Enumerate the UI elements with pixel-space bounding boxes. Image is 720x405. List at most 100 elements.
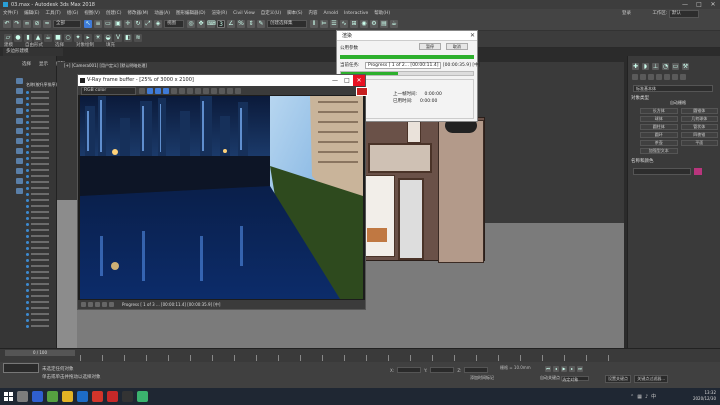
autokey-button[interactable]: 自动关键点	[540, 375, 560, 380]
dome-icon[interactable]: ◒	[104, 33, 112, 42]
visibility-icon[interactable]	[26, 204, 29, 208]
visibility-icon[interactable]	[26, 282, 29, 286]
visibility-icon[interactable]	[26, 126, 29, 130]
object-teapot-button[interactable]: 茶壶	[640, 140, 678, 146]
vfb-status-icon-5[interactable]	[109, 302, 114, 307]
vfb-side-tab[interactable]	[356, 87, 368, 96]
sun-icon[interactable]: ☀	[94, 33, 102, 42]
scene-object-row[interactable]	[26, 162, 54, 166]
scene-object-row[interactable]	[26, 144, 54, 148]
proxy-icon[interactable]: ◧	[124, 33, 132, 42]
display-tab-icon[interactable]: ▭	[672, 63, 679, 70]
vray-icon[interactable]: V	[114, 33, 122, 42]
menu-rendering[interactable]: 渲染(R)	[208, 10, 230, 16]
scene-object-row[interactable]	[26, 300, 54, 304]
visibility-icon[interactable]	[26, 252, 29, 256]
scene-object-row[interactable]	[26, 204, 54, 208]
scene-object-row[interactable]	[26, 168, 54, 172]
curve-editor-icon[interactable]: ∿	[340, 19, 348, 28]
setkey-button[interactable]: 设置关键点	[605, 375, 631, 383]
name-color-rollout[interactable]: 名称和颜色	[631, 158, 654, 164]
vfb-status-icon-4[interactable]	[102, 302, 107, 307]
undo-icon[interactable]: ↶	[3, 19, 11, 28]
menu-civil-view[interactable]: Civil View	[230, 11, 258, 16]
bind-space-warp-icon[interactable]: ≈	[43, 19, 51, 28]
visibility-icon[interactable]	[26, 258, 29, 262]
visibility-icon[interactable]	[26, 270, 29, 274]
network-icon[interactable]: ▦	[637, 394, 642, 400]
vfb-save-icon[interactable]	[139, 87, 145, 94]
menu-graph-editors[interactable]: 图形编辑器(D)	[173, 10, 208, 16]
taskbar-app-3-icon[interactable]	[47, 391, 58, 402]
object-pyramid-button[interactable]: 四棱锥	[680, 132, 718, 138]
select-manipulate-icon[interactable]: ✥	[197, 19, 205, 28]
object-geosphere-button[interactable]: 几何球体	[680, 116, 718, 122]
taskbar-search-icon[interactable]	[17, 391, 28, 402]
object-torus-button[interactable]: 圆环	[640, 132, 678, 138]
scene-object-row[interactable]	[26, 264, 54, 268]
polygon-modeling-label[interactable]: 多边形建模	[3, 48, 63, 56]
select-by-name-icon[interactable]: ≡	[94, 19, 102, 28]
visibility-icon[interactable]	[26, 174, 29, 178]
scene-object-row[interactable]	[26, 216, 54, 220]
vfb-history-icon[interactable]	[219, 87, 225, 94]
align-icon[interactable]: ⊨	[320, 19, 328, 28]
visibility-icon[interactable]	[26, 180, 29, 184]
visibility-icon[interactable]	[26, 312, 29, 316]
clock[interactable]: 13:32 2020/12/30	[693, 390, 716, 402]
scene-object-row[interactable]	[26, 252, 54, 256]
menu-views[interactable]: 视图(V)	[81, 10, 103, 16]
rendered-frame-icon[interactable]: ▤	[380, 19, 388, 28]
vfb-maximize-button[interactable]: □	[341, 75, 353, 86]
maximize-button[interactable]: □	[692, 0, 706, 9]
visibility-icon[interactable]	[26, 90, 29, 94]
explorer-filter-icon[interactable]	[16, 188, 23, 194]
scene-object-row[interactable]	[26, 234, 54, 238]
next-frame-icon[interactable]: ▸	[569, 366, 575, 372]
menu-animation[interactable]: 动画(A)	[151, 10, 173, 16]
helpers-icon[interactable]	[664, 74, 670, 80]
object-tube-button[interactable]: 管状体	[680, 124, 718, 130]
visibility-icon[interactable]	[26, 240, 29, 244]
camera-icon[interactable]: ▸	[84, 33, 92, 42]
cone-icon[interactable]: ▲	[34, 33, 42, 42]
visibility-icon[interactable]	[26, 162, 29, 166]
schematic-icon[interactable]: ⊞	[350, 19, 358, 28]
menu-interactive[interactable]: Interactive	[341, 11, 371, 16]
window-crossing-icon[interactable]: ▣	[114, 19, 122, 28]
explorer-filter-icon[interactable]	[16, 118, 23, 124]
visibility-icon[interactable]	[26, 288, 29, 292]
visibility-icon[interactable]	[26, 120, 29, 124]
visibility-icon[interactable]	[26, 168, 29, 172]
rect-selection-icon[interactable]: ▭	[104, 19, 112, 28]
scene-object-row[interactable]	[26, 114, 54, 118]
select-object-icon[interactable]: ↖	[84, 19, 92, 28]
primitive-type-dropdown[interactable]: 标准基本体	[633, 85, 713, 92]
vfb-render-icon[interactable]	[235, 87, 241, 94]
visibility-icon[interactable]	[26, 108, 29, 112]
y-field[interactable]	[430, 367, 455, 373]
add-time-tag[interactable]: 添加时间标记	[470, 375, 494, 381]
visibility-icon[interactable]	[26, 102, 29, 106]
explorer-tab-display[interactable]: 显示	[39, 61, 48, 67]
object-plane-button[interactable]: 平面	[680, 140, 718, 146]
explorer-tab-select[interactable]: 选择	[22, 61, 31, 67]
visibility-icon[interactable]	[26, 132, 29, 136]
scene-object-row[interactable]	[26, 312, 54, 316]
edit-named-selection-icon[interactable]: ✎	[257, 19, 265, 28]
scene-object-row[interactable]	[26, 276, 54, 280]
object-box-button[interactable]: 长方体	[640, 108, 678, 114]
minimize-button[interactable]: —	[678, 0, 692, 9]
vfb-mono-icon[interactable]	[179, 87, 185, 94]
visibility-icon[interactable]	[26, 192, 29, 196]
visibility-icon[interactable]	[26, 156, 29, 160]
rotate-icon[interactable]: ↻	[134, 19, 142, 28]
scene-object-row[interactable]	[26, 150, 54, 154]
visibility-icon[interactable]	[26, 264, 29, 268]
vfb-red-channel-icon[interactable]	[147, 87, 153, 94]
object-sphere-button[interactable]: 球体	[640, 116, 678, 122]
vfb-status-icon-1[interactable]	[81, 302, 86, 307]
scene-object-row[interactable]	[26, 132, 54, 136]
cancel-button[interactable]: 取消	[445, 43, 468, 50]
vfb-green-channel-icon[interactable]	[155, 87, 161, 94]
